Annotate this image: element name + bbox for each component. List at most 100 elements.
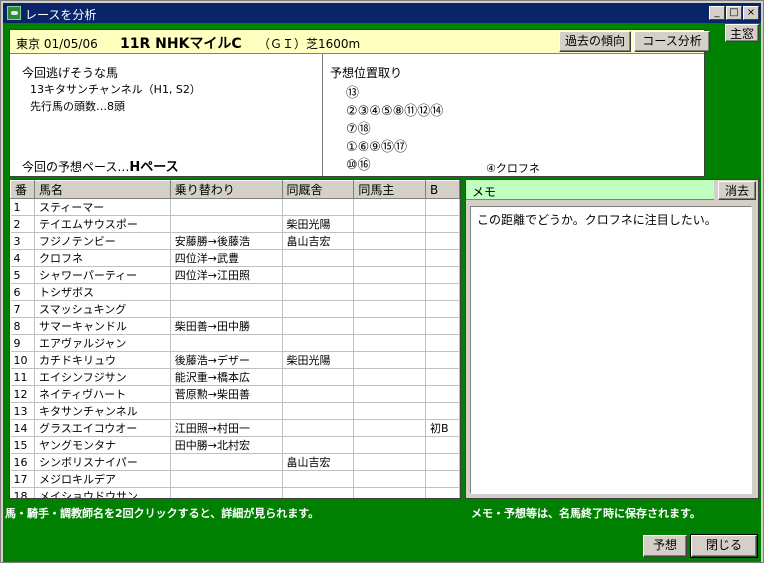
- row-number: 5: [10, 266, 35, 284]
- close-button[interactable]: 閉じる: [690, 534, 758, 558]
- row-horse-name[interactable]: スティーマー: [34, 198, 171, 216]
- row-jockey-change[interactable]: 安藤勝→後藤浩: [170, 232, 283, 250]
- row-horse-name[interactable]: クロフネ: [34, 249, 171, 267]
- row-blinkers: [425, 283, 460, 301]
- memo-label: メモ: [466, 180, 714, 200]
- row-blinkers: [425, 232, 460, 250]
- row-horse-name[interactable]: カチドキリュウ: [34, 351, 171, 369]
- main-window-button[interactable]: 主窓: [725, 24, 759, 42]
- table-row[interactable]: 7 スマッシュキング: [10, 300, 460, 318]
- col-same-stable[interactable]: 同厩舎: [281, 180, 355, 199]
- course-analysis-button[interactable]: コース分析: [634, 31, 710, 52]
- table-row[interactable]: 13 キタサンチャンネル: [10, 402, 460, 420]
- row-same-stable: [282, 249, 355, 267]
- row-horse-name[interactable]: ヤングモンタナ: [34, 436, 171, 454]
- row-jockey-change[interactable]: 能沢重→橋本広: [170, 368, 283, 386]
- table-row[interactable]: 18 メイショウドウサン: [10, 487, 460, 498]
- row-blinkers: [425, 300, 460, 318]
- row-number: 2: [10, 215, 35, 233]
- col-number[interactable]: 番: [10, 180, 35, 199]
- row-horse-name[interactable]: エイシンフジサン: [34, 368, 171, 386]
- row-horse-name[interactable]: フジノテンビー: [34, 232, 171, 250]
- row-horse-name[interactable]: キタサンチャンネル: [34, 402, 171, 420]
- row-horse-name[interactable]: シャワーパーティー: [34, 266, 171, 284]
- row-same-stable: [282, 402, 355, 420]
- table-row[interactable]: 8 サマーキャンドル 柴田善→田中勝: [10, 317, 460, 335]
- front-runner-count: 先行馬の頭数…8頭: [30, 100, 125, 113]
- table-row[interactable]: 12 ネイティヴハート 菅原勲→柴田善: [10, 385, 460, 403]
- row-number: 3: [10, 232, 35, 250]
- predict-button[interactable]: 予想: [643, 535, 687, 557]
- row-number: 8: [10, 317, 35, 335]
- row-horse-name[interactable]: サマーキャンドル: [34, 317, 171, 335]
- table-row[interactable]: 10 カチドキリュウ 後藤浩→デザー 柴田光陽: [10, 351, 460, 369]
- row-jockey-change[interactable]: 江田照→村田一: [170, 419, 283, 437]
- table-row[interactable]: 4 クロフネ 四位洋→武豊: [10, 249, 460, 267]
- row-horse-name[interactable]: テイエムサウスポー: [34, 215, 171, 233]
- table-row[interactable]: 15 ヤングモンタナ 田中勝→北村宏: [10, 436, 460, 454]
- row-horse-name[interactable]: グラスエイコウオー: [34, 419, 171, 437]
- row-number: 6: [10, 283, 35, 301]
- past-trend-button[interactable]: 過去の傾向: [559, 31, 631, 52]
- row-jockey-change[interactable]: [170, 334, 283, 352]
- row-jockey-change[interactable]: [170, 453, 283, 471]
- row-jockey-change[interactable]: 田中勝→北村宏: [170, 436, 283, 454]
- row-number: 1: [10, 198, 35, 216]
- row-blinkers: [425, 402, 460, 420]
- row-horse-name[interactable]: メジロキルデア: [34, 470, 171, 488]
- row-jockey-change[interactable]: [170, 198, 283, 216]
- row-horse-name[interactable]: シンボリスナイパー: [34, 453, 171, 471]
- row-same-owner: [353, 453, 427, 471]
- table-row[interactable]: 3 フジノテンビー 安藤勝→後藤浩 畠山吉宏: [10, 232, 460, 250]
- table-row[interactable]: 5 シャワーパーティー 四位洋→江田照: [10, 266, 460, 284]
- table-row[interactable]: 1 スティーマー: [10, 198, 460, 216]
- col-same-owner[interactable]: 同馬主: [353, 180, 427, 199]
- row-jockey-change[interactable]: [170, 300, 283, 318]
- row-horse-name[interactable]: エアヴァルジャン: [34, 334, 171, 352]
- position-row-2: ②③④⑤⑧⑪⑫⑭: [346, 104, 444, 119]
- row-jockey-change[interactable]: [170, 215, 283, 233]
- row-jockey-change[interactable]: 菅原勲→柴田善: [170, 385, 283, 403]
- row-jockey-change[interactable]: [170, 283, 283, 301]
- table-row[interactable]: 6 トシザボス: [10, 283, 460, 301]
- row-same-stable: [282, 419, 355, 437]
- title-bar[interactable]: レースを分析 _ □ ×: [3, 3, 761, 23]
- table-row[interactable]: 2 テイエムサウスポー 柴田光陽: [10, 215, 460, 233]
- race-analysis-window: レースを分析 _ □ × 東京 01/05/06 11R NHKマイルC （ＧＩ…: [0, 0, 764, 563]
- row-same-stable: [282, 317, 355, 335]
- row-horse-name[interactable]: ネイティヴハート: [34, 385, 171, 403]
- memo-textarea[interactable]: この距離でどうか。クロフネに注目したい。: [470, 206, 752, 494]
- row-jockey-change[interactable]: [170, 487, 283, 498]
- row-same-owner: [353, 249, 427, 267]
- position-note: ④クロフネ: [486, 162, 540, 175]
- panel-divider: [322, 54, 323, 176]
- table-row[interactable]: 9 エアヴァルジャン: [10, 334, 460, 352]
- maximize-button[interactable]: □: [726, 6, 742, 20]
- col-blinkers[interactable]: B: [425, 180, 460, 199]
- row-jockey-change[interactable]: [170, 402, 283, 420]
- close-window-button[interactable]: ×: [743, 6, 759, 20]
- table-row[interactable]: 14 グラスエイコウオー 江田照→村田一 初B: [10, 419, 460, 437]
- row-same-owner: [353, 317, 427, 335]
- row-jockey-change[interactable]: [170, 470, 283, 488]
- row-jockey-change[interactable]: 四位洋→武豊: [170, 249, 283, 267]
- row-horse-name[interactable]: メイショウドウサン: [34, 487, 171, 498]
- clear-memo-button[interactable]: 消去: [718, 181, 756, 200]
- table-row[interactable]: 17 メジロキルデア: [10, 470, 460, 488]
- escape-horse-value: 13キタサンチャンネル（H1, S2）: [30, 83, 201, 96]
- row-jockey-change[interactable]: 四位洋→江田照: [170, 266, 283, 284]
- row-same-owner: [353, 419, 427, 437]
- escape-horse-label: 今回逃げそうな馬: [22, 66, 119, 80]
- col-jockey-change[interactable]: 乗り替わり: [169, 180, 283, 199]
- row-horse-name[interactable]: トシザボス: [34, 283, 171, 301]
- row-jockey-change[interactable]: 後藤浩→デザー: [170, 351, 283, 369]
- row-number: 17: [10, 470, 35, 488]
- row-same-owner: [353, 351, 427, 369]
- table-row[interactable]: 11 エイシンフジサン 能沢重→橋本広: [10, 368, 460, 386]
- col-horse-name[interactable]: 馬名: [33, 180, 171, 199]
- table-row[interactable]: 16 シンボリスナイパー 畠山吉宏: [10, 453, 460, 471]
- row-jockey-change[interactable]: 柴田善→田中勝: [170, 317, 283, 335]
- row-horse-name[interactable]: スマッシュキング: [34, 300, 171, 318]
- minimize-button[interactable]: _: [709, 6, 725, 20]
- row-same-stable: 柴田光陽: [282, 351, 355, 369]
